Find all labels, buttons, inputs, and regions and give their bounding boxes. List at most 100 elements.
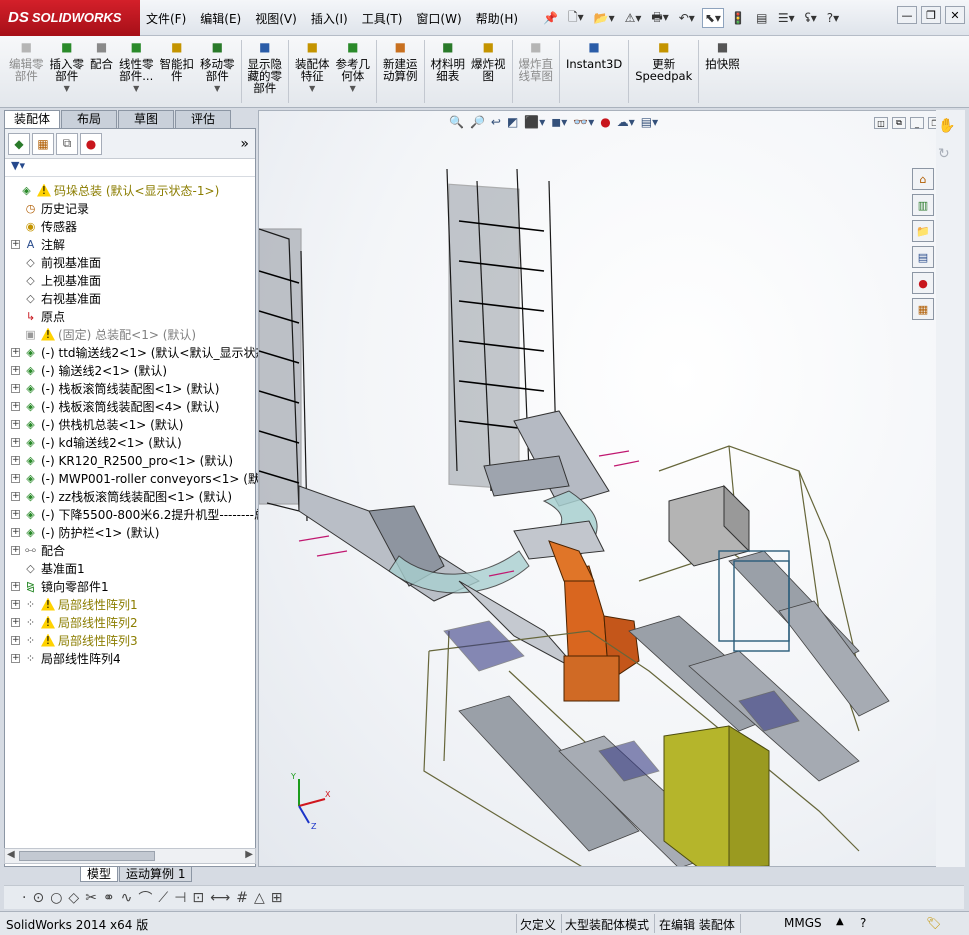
snapshot-button[interactable]: ■ 拍快照 bbox=[702, 36, 743, 107]
feature-tree-item[interactable]: ◈! 码垛总装 (默认<显示状态-1>) bbox=[5, 181, 255, 199]
expand-toggle-icon[interactable]: + bbox=[11, 239, 20, 249]
feature-manager-icon[interactable]: ◆ bbox=[8, 132, 30, 155]
feature-tree-item[interactable]: + ⁘! 局部线性阵列2 bbox=[5, 613, 255, 631]
units-dropdown-icon[interactable]: ▲ bbox=[836, 916, 844, 927]
show-hidden-button[interactable]: ■ 显示隐 藏的零 部件 bbox=[245, 36, 286, 107]
feature-tree-item[interactable]: ◷ 历史记录 bbox=[5, 199, 255, 217]
restore-icon[interactable]: ❐ bbox=[921, 6, 941, 24]
assembly-feature-button[interactable]: ■ 装配体 特征 ▼ bbox=[292, 36, 333, 107]
center-point-icon[interactable]: ⊙ bbox=[32, 890, 44, 906]
view-palette-icon[interactable]: ▤ bbox=[912, 246, 934, 268]
feature-tree-item[interactable]: ◇ 右视基准面 bbox=[5, 289, 255, 307]
new-document-icon[interactable]: 🗋▾ bbox=[565, 8, 587, 28]
print-icon[interactable]: 🖶▾ bbox=[648, 8, 671, 28]
undo-icon[interactable]: ↶▾ bbox=[676, 8, 698, 28]
linear-pattern-button[interactable]: ■ 线性零 部件... ▼ bbox=[116, 36, 157, 107]
menu-help[interactable]: 帮助(H) bbox=[476, 10, 518, 27]
expand-toggle-icon[interactable]: + bbox=[11, 437, 20, 447]
close-icon[interactable]: ✕ bbox=[945, 6, 965, 24]
expand-toggle-icon[interactable]: + bbox=[11, 581, 20, 591]
expand-toggle-icon[interactable]: + bbox=[11, 527, 20, 537]
pan-view-icon[interactable]: ↻ bbox=[938, 146, 955, 162]
expand-toggle-icon[interactable]: + bbox=[11, 635, 20, 645]
tab-layout[interactable]: 布局 bbox=[61, 110, 117, 128]
sketch-chamfer-icon[interactable]: ⟋ bbox=[158, 890, 168, 906]
expand-toggle-icon[interactable]: + bbox=[11, 347, 20, 357]
menu-view[interactable]: 视图(V) bbox=[255, 10, 297, 27]
dropdown-arrow-icon[interactable]: ▼ bbox=[64, 83, 70, 95]
expand-panel-icon[interactable]: » bbox=[240, 136, 249, 152]
reference-geometry-button[interactable]: ■ 参考几 何体 ▼ bbox=[333, 36, 374, 107]
feature-tree-item[interactable]: + ◈ (-) KR120_R2500_pro<1> (默认) bbox=[5, 451, 255, 469]
feature-tree-item[interactable]: + ◈ (-) 供栈机总装<1> (默认) bbox=[5, 415, 255, 433]
edit-component-button[interactable]: ■ 编辑零 部件 bbox=[6, 36, 47, 107]
design-library-icon[interactable]: ▥ bbox=[912, 194, 934, 216]
menu-file[interactable]: 文件(F) bbox=[146, 10, 186, 27]
menu-edit[interactable]: 编辑(E) bbox=[200, 10, 241, 27]
solidworks-resources-icon[interactable]: ⌂ bbox=[912, 168, 934, 190]
feature-tree-item[interactable]: ◇ 前视基准面 bbox=[5, 253, 255, 271]
scroll-right-icon[interactable]: ▶ bbox=[245, 849, 253, 860]
scroll-thumb[interactable] bbox=[19, 851, 155, 861]
filter-icon[interactable]: ▼▾ bbox=[11, 159, 25, 172]
trim-icon[interactable]: ✂ bbox=[85, 890, 97, 906]
feature-tree-item[interactable]: ↳ 原点 bbox=[5, 307, 255, 325]
minimize-icon[interactable]: — bbox=[897, 6, 917, 24]
expand-toggle-icon[interactable]: + bbox=[11, 401, 20, 411]
feature-tree-item[interactable]: + ⁘ 局部线性阵列4 bbox=[5, 649, 255, 667]
assembly-model-render[interactable]: Y X Z bbox=[259, 111, 965, 867]
pin-icon[interactable]: 📌 bbox=[540, 8, 561, 28]
feature-tree-item[interactable]: + A 注解 bbox=[5, 235, 255, 253]
expand-toggle-icon[interactable]: + bbox=[11, 599, 20, 609]
insert-component-button[interactable]: ■ 插入零 部件 ▼ bbox=[47, 36, 88, 107]
offset-entities-icon[interactable]: ⊡ bbox=[192, 890, 204, 906]
triangle-icon[interactable]: △ bbox=[254, 890, 265, 906]
expand-toggle-icon[interactable]: + bbox=[11, 419, 20, 429]
tab-sketch[interactable]: 草图 bbox=[118, 110, 174, 128]
feature-tree-item[interactable]: + ◈ (-) MWP001-roller conveyors<1> (默认) bbox=[5, 469, 277, 487]
feature-tree-item[interactable]: ◇ 基准面1 bbox=[5, 559, 255, 577]
feature-tree-item[interactable]: ▣! (固定) 总装配<1> (默认) bbox=[5, 325, 255, 343]
feature-tree-item[interactable]: ◇ 上视基准面 bbox=[5, 271, 255, 289]
tab-evaluate[interactable]: 评估 bbox=[175, 110, 231, 128]
expand-toggle-icon[interactable]: + bbox=[11, 491, 20, 501]
expand-toggle-icon[interactable]: + bbox=[11, 365, 20, 375]
expand-toggle-icon[interactable]: + bbox=[11, 509, 20, 519]
configuration-manager-icon[interactable]: ⧉ bbox=[56, 132, 78, 155]
tab-model[interactable]: 模型 bbox=[80, 867, 119, 882]
mirror-entities-icon[interactable]: ⊣ bbox=[174, 890, 186, 906]
tag-icon[interactable]: 🏷 bbox=[926, 916, 941, 930]
dropdown-arrow-icon[interactable]: ▼ bbox=[133, 83, 139, 95]
dropdown-arrow-icon[interactable]: ▼ bbox=[350, 83, 356, 95]
tab-assembly[interactable]: 装配体 bbox=[4, 110, 60, 128]
point-icon[interactable]: · bbox=[22, 890, 26, 906]
rotate-view-icon[interactable]: ✋ bbox=[938, 118, 955, 134]
custom-properties-icon[interactable]: ▦ bbox=[912, 298, 934, 320]
menu-insert[interactable]: 插入(I) bbox=[311, 10, 348, 27]
feature-tree-item[interactable]: + ◈ (-) 栈板滚筒线装配图<4> (默认) bbox=[5, 397, 255, 415]
mate-button[interactable]: ■ 配合 bbox=[87, 36, 116, 107]
search-commands-icon[interactable]: ʢ▾ bbox=[802, 8, 820, 28]
expand-toggle-icon[interactable]: + bbox=[11, 545, 20, 555]
tab-motion-study[interactable]: 运动算例 1 bbox=[119, 867, 193, 882]
file-properties-icon[interactable]: ▤ bbox=[753, 8, 771, 28]
feature-tree-item[interactable]: ◉ 传感器 bbox=[5, 217, 255, 235]
select-pointer-icon[interactable]: ⬉▾ bbox=[701, 8, 724, 28]
property-manager-icon[interactable]: ▦ bbox=[32, 132, 54, 155]
feature-tree-item[interactable]: + ⧎ 镜向零部件1 bbox=[5, 577, 255, 595]
expand-toggle-icon[interactable]: + bbox=[11, 653, 20, 663]
exploded-view-button[interactable]: ■ 爆炸视 图 bbox=[468, 36, 509, 107]
explode-line-button[interactable]: ■ 爆炸直 线草图 bbox=[516, 36, 557, 107]
polygon-icon[interactable]: ◇ bbox=[68, 890, 79, 906]
help-icon[interactable]: ?▾ bbox=[824, 8, 842, 28]
menu-tools[interactable]: 工具(T) bbox=[362, 10, 403, 27]
sketch-fillet-icon[interactable]: ⌒ bbox=[138, 888, 152, 908]
feature-tree-item[interactable]: + ◈ (-) 栈板滚筒线装配图<1> (默认) bbox=[5, 379, 255, 397]
feature-tree-item[interactable]: + ⁘! 局部线性阵列3 bbox=[5, 631, 255, 649]
traffic-light-icon[interactable]: 🚦 bbox=[728, 8, 749, 28]
move-component-button[interactable]: ■ 移动零 部件 ▼ bbox=[197, 36, 238, 107]
feature-tree-item[interactable]: + ◈ (-) zz栈板滚筒线装配图<1> (默认) bbox=[5, 487, 255, 505]
rebuild-warning-icon[interactable]: ⚠▾ bbox=[622, 8, 645, 28]
smart-fastener-button[interactable]: ■ 智能扣 件 bbox=[157, 36, 198, 107]
dropdown-arrow-icon[interactable]: ▼ bbox=[214, 83, 220, 95]
